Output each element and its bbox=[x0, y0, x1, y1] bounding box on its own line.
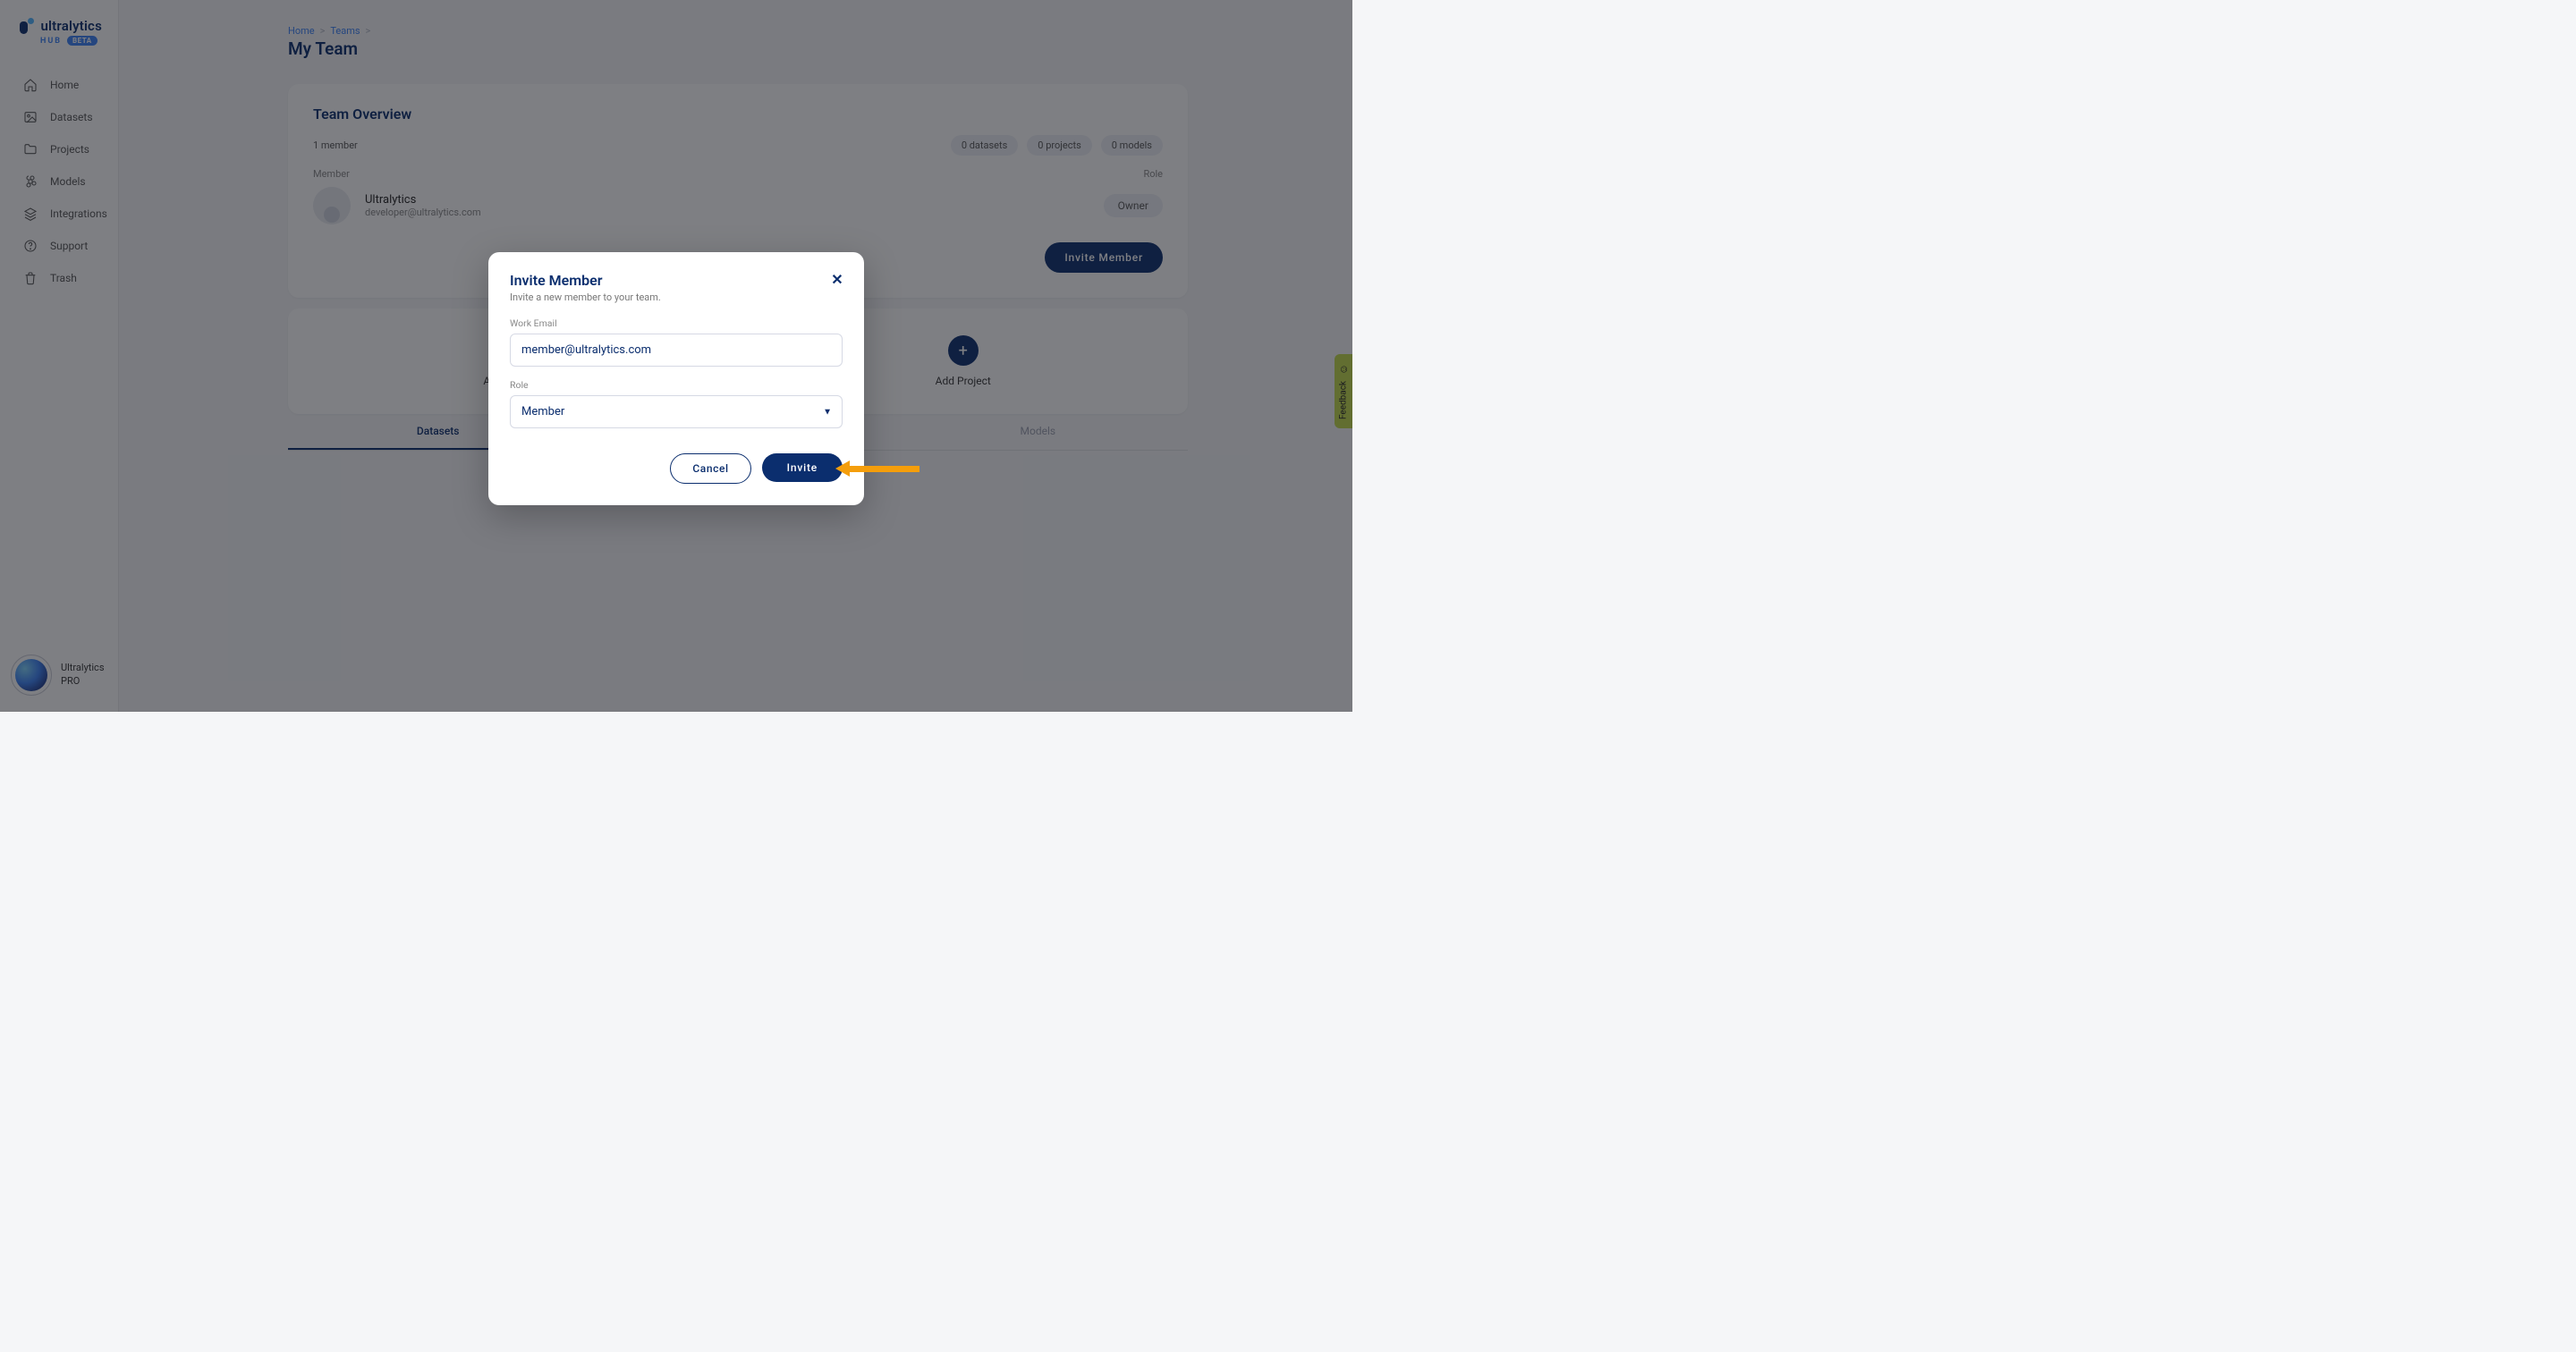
modal-close-button[interactable]: ✕ bbox=[828, 270, 846, 288]
modal-subtitle: Invite a new member to your team. bbox=[510, 292, 843, 303]
work-email-input[interactable] bbox=[510, 334, 843, 367]
invite-button[interactable]: Invite bbox=[762, 453, 843, 482]
modal-title: Invite Member bbox=[510, 272, 843, 289]
app-root: ultralytics HUB BETA Home Datasets Proje… bbox=[0, 0, 1352, 712]
annotation-arrow bbox=[835, 461, 919, 477]
close-icon: ✕ bbox=[831, 271, 843, 288]
role-select[interactable] bbox=[510, 395, 843, 428]
email-label: Work Email bbox=[510, 317, 843, 329]
modal-overlay[interactable]: ✕ Invite Member Invite a new member to y… bbox=[0, 0, 1352, 712]
role-label: Role bbox=[510, 379, 843, 391]
invite-member-modal: ✕ Invite Member Invite a new member to y… bbox=[488, 252, 864, 505]
cancel-button[interactable]: Cancel bbox=[670, 453, 750, 484]
